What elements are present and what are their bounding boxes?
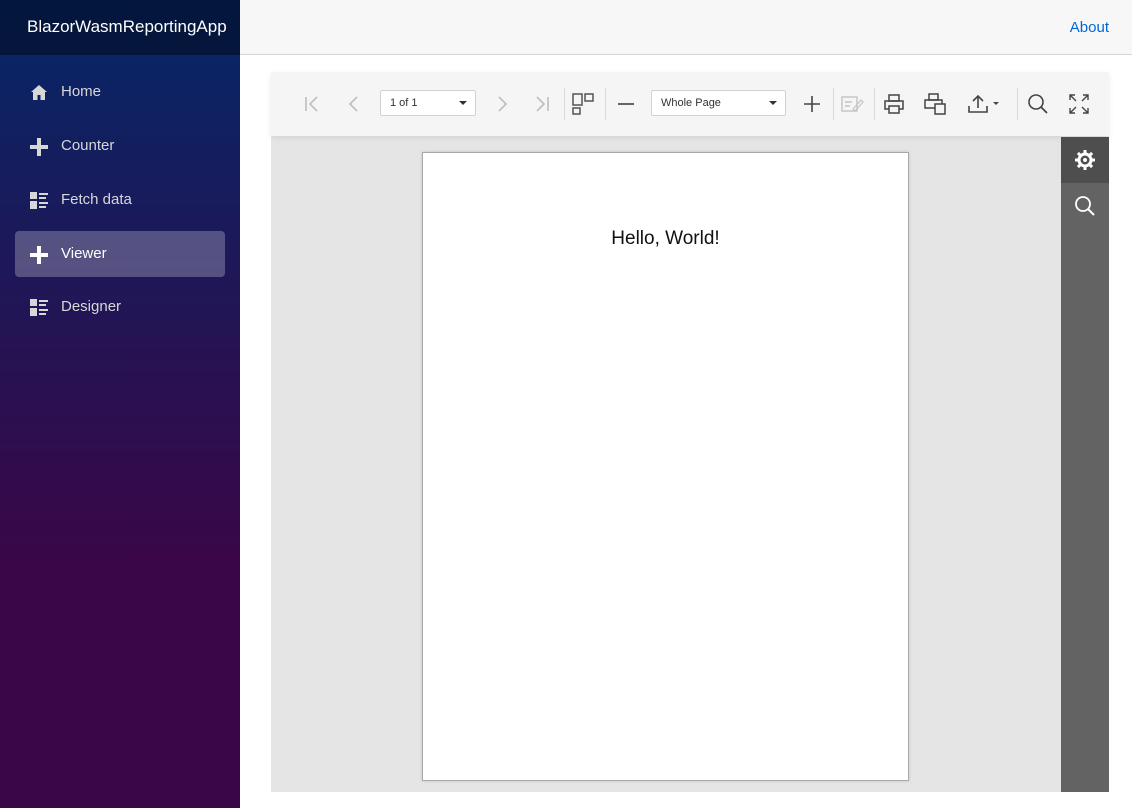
first-page-icon [305,96,318,112]
toolbar-separator [605,88,606,120]
viewer-toolbar: 1 of 1 Whole Page [271,72,1109,136]
tab-panel [1061,137,1109,792]
report-page: Hello, World! [422,152,909,781]
zoom-selector[interactable]: Whole Page [651,90,786,116]
top-row: About [240,0,1132,55]
nav-item-label: Viewer [61,245,107,262]
fullscreen-button[interactable] [1065,90,1093,118]
gear-icon [1075,150,1095,170]
fullscreen-icon [1069,94,1089,114]
export-button[interactable] [964,90,1004,118]
edit-fields-icon [841,96,864,112]
chevron-left-icon [348,96,358,112]
page-selector-value: 1 of 1 [390,97,418,109]
chevron-down-icon [769,101,777,105]
print-button[interactable] [880,90,908,118]
highlight-editing-fields-button[interactable] [838,90,866,118]
nav-item-fetch-data[interactable]: Fetch data [15,177,225,223]
export-icon [968,94,999,113]
page-selector[interactable]: 1 of 1 [380,90,476,116]
nav-item-viewer[interactable]: Viewer [15,231,225,277]
sidebar: BlazorWasmReportingApp Home Counter Fetc… [0,0,240,808]
next-page-button[interactable] [488,90,516,118]
brand-bar: BlazorWasmReportingApp [0,0,240,55]
first-page-button[interactable] [298,90,326,118]
multipage-icon [572,93,594,115]
nav-item-label: Fetch data [61,191,132,208]
nav-item-label: Counter [61,137,115,154]
search-icon [1028,94,1048,114]
chevron-right-icon [498,96,508,112]
zoom-out-button[interactable] [612,90,640,118]
nav-item-designer[interactable]: Designer [15,284,225,330]
nav-item-label: Designer [61,298,122,315]
last-page-icon [536,96,549,112]
list-icon [30,192,48,210]
print-page-icon [924,93,946,115]
nav-item-home[interactable]: Home [15,69,225,115]
minus-icon [618,103,634,105]
search-tab[interactable] [1061,183,1109,229]
zoom-in-button[interactable] [798,90,826,118]
search-button[interactable] [1024,90,1052,118]
plus-icon [30,138,48,156]
toolbar-separator [833,88,834,120]
home-icon [30,84,48,102]
report-text: Hello, World! [611,228,720,249]
search-icon [1075,196,1095,216]
last-page-button[interactable] [528,90,556,118]
about-link[interactable]: About [1070,19,1109,36]
multipage-toggle-button[interactable] [569,90,597,118]
list-icon [30,299,48,317]
plus-icon [804,96,820,112]
print-icon [884,94,904,114]
plus-icon [30,246,48,264]
app-brand[interactable]: BlazorWasmReportingApp [27,17,227,37]
nav-item-counter[interactable]: Counter [15,123,225,169]
toolbar-separator [1017,88,1018,120]
zoom-selector-value: Whole Page [661,97,721,109]
chevron-down-icon [459,101,467,105]
properties-tab[interactable] [1061,137,1109,183]
previous-page-button[interactable] [340,90,368,118]
toolbar-separator [564,88,565,120]
toolbar-separator [874,88,875,120]
nav-item-label: Home [61,83,102,100]
report-viewer: 1 of 1 Whole Page Hello, World! [271,72,1109,792]
print-page-button[interactable] [921,90,949,118]
